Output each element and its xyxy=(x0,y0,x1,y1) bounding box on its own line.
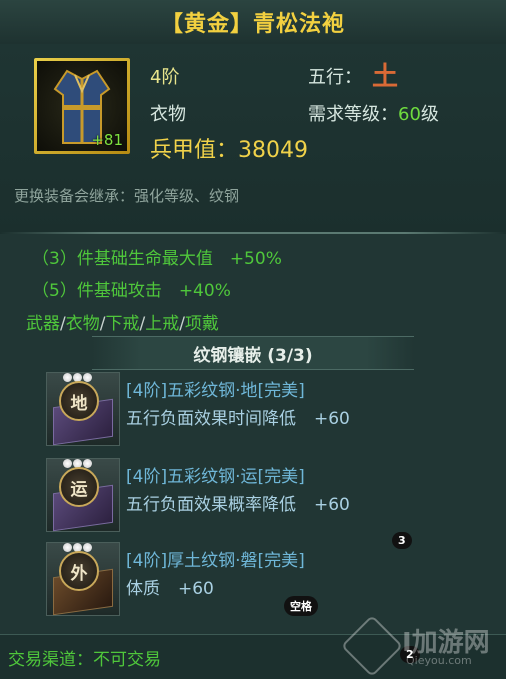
inherit-note: 更换装备会继承：强化等级、纹钢 xyxy=(14,187,240,205)
required-level-unit: 级 xyxy=(420,104,439,125)
gem-effect: 体质 +60 xyxy=(126,579,214,599)
gem-effect: 五行负面效果概率降低 +60 xyxy=(126,495,350,515)
trade-channel: 交易渠道：不可交易 xyxy=(8,650,161,670)
required-level: 需求等级：60级 xyxy=(308,100,439,126)
set-part: 武器 xyxy=(26,314,60,334)
section-header-gem-inlay: 纹钢镶嵌 (3/3) xyxy=(92,336,414,370)
set-parts-list: 武器/衣物/下戒/上戒/项戴 xyxy=(26,314,219,334)
power-stat: 兵甲值：38049 xyxy=(150,132,308,164)
watermark: I加游网 Qieyou.com xyxy=(340,614,500,678)
section-title: 纹钢镶嵌 (3/3) xyxy=(193,345,313,366)
gem-slot-1[interactable]: 地 [4阶]五彩纹钢·地[完美] 五行负面效果时间降低 +60 xyxy=(46,372,486,452)
set-part: 衣物 xyxy=(65,314,100,334)
gem-icon[interactable]: 运 xyxy=(46,458,120,532)
set-bonus-line: （3）件基础生命最大值 +50% xyxy=(32,249,282,269)
gem-icon[interactable]: 地 xyxy=(46,372,120,446)
hotkey-badge-3: 3 xyxy=(392,532,412,549)
gem-effect: 五行负面效果时间降低 +60 xyxy=(126,409,350,429)
divider xyxy=(0,232,506,234)
element-label: 五行： xyxy=(308,67,362,88)
gem-slot-2[interactable]: 运 [4阶]五彩纹钢·运[完美] 五行负面效果概率降低 +60 xyxy=(46,458,486,538)
item-grade: 4阶 xyxy=(150,67,180,88)
robe-icon: +81 xyxy=(37,61,127,151)
set-bonus-line: （5）件基础攻击 +40% xyxy=(32,281,231,301)
gem-name: [4阶]五彩纹钢·运[完美] xyxy=(126,467,305,487)
required-level-label: 需求等级： xyxy=(308,104,398,125)
required-level-value: 60 xyxy=(398,104,421,125)
gem-badge: 地 xyxy=(59,381,99,421)
tooltip-title-bar: 【黄金】青松法袍 xyxy=(0,0,506,45)
watermark-subtext: Qieyou.com xyxy=(406,654,472,667)
gem-name: [4阶]五彩纹钢·地[完美] xyxy=(126,381,305,401)
gem-badge: 运 xyxy=(59,467,99,507)
gem-slot-3[interactable]: 外 [4阶]厚土纹钢·磐[完美] 体质 +60 xyxy=(46,542,486,622)
element-value: 土 xyxy=(372,62,399,92)
power-value: 38049 xyxy=(238,138,309,163)
power-label: 兵甲值： xyxy=(150,138,239,163)
item-type: 衣物 xyxy=(150,104,186,125)
item-title: 【黄金】青松法袍 xyxy=(160,12,345,37)
watermark-logo-icon xyxy=(340,614,404,678)
gem-icon[interactable]: 外 xyxy=(46,542,120,616)
set-part: 项戴 xyxy=(184,314,219,334)
set-part: 下戒 xyxy=(105,314,140,334)
gem-badge: 外 xyxy=(59,551,99,591)
hotkey-badge-space: 空格 xyxy=(284,596,318,616)
set-part: 上戒 xyxy=(145,314,180,334)
item-icon-frame: +81 xyxy=(34,58,130,154)
enhance-level: +81 xyxy=(91,131,123,149)
gem-name: [4阶]厚土纹钢·磐[完美] xyxy=(126,551,305,571)
